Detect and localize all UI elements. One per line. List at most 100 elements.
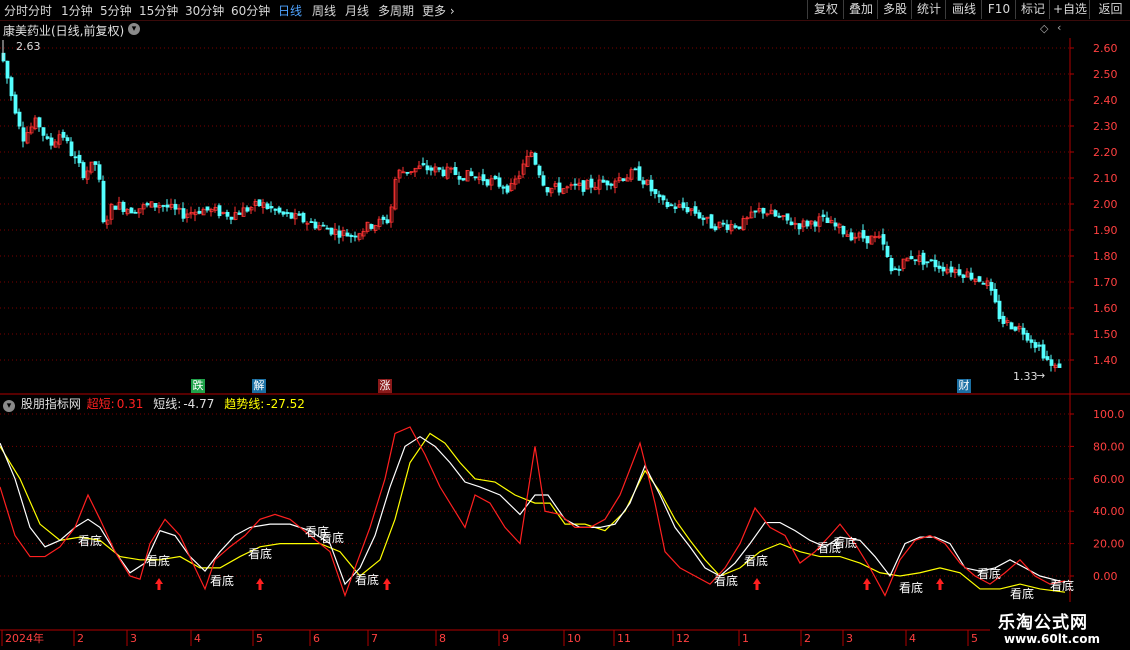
signal-label: 看底	[320, 530, 344, 545]
candle-body	[345, 232, 350, 237]
candle-body	[13, 94, 18, 114]
indicator-name[interactable]: 股朋指标网	[21, 397, 81, 411]
candle-body	[45, 136, 50, 139]
trend-line	[0, 432, 1066, 593]
candle-body	[761, 207, 766, 214]
event-marker-rise[interactable]: 涨	[378, 379, 392, 393]
chevron-left-icon[interactable]: ‹	[1057, 21, 1061, 34]
signal-label: 看底	[78, 533, 102, 548]
super-short-label: 超短:	[86, 397, 115, 411]
candle-body	[661, 195, 666, 201]
signal-label: 看底	[833, 535, 857, 550]
candle-body	[601, 179, 606, 183]
candle-body	[205, 206, 210, 211]
price-tick-label: 1.80	[1093, 250, 1118, 263]
signal-label: 看底	[248, 546, 272, 561]
up-arrow-icon	[256, 578, 264, 590]
candle-body	[725, 224, 730, 230]
candle-body	[605, 180, 610, 186]
candle-body	[61, 131, 66, 138]
event-marker-unlock[interactable]: 解	[252, 379, 266, 393]
candle-body	[893, 268, 898, 271]
watermark: 乐淘公式网 www.60lt.com	[990, 602, 1130, 650]
event-marker-finance[interactable]: 财	[957, 379, 971, 393]
candle-body	[657, 194, 662, 198]
candle-body	[957, 269, 962, 276]
up-arrow-icon	[155, 578, 163, 590]
event-marker-drop[interactable]: 跌	[191, 379, 205, 393]
candle-body	[949, 266, 954, 273]
candle-body	[161, 205, 166, 207]
candle-body	[469, 171, 474, 176]
candle-body	[81, 162, 86, 179]
candle-body	[861, 230, 866, 239]
candle-body	[733, 225, 738, 228]
candle-body	[229, 216, 234, 220]
candle-body	[977, 276, 982, 282]
price-tick-label: 1.70	[1093, 276, 1118, 289]
candle-body	[669, 204, 674, 207]
candle-body	[1041, 344, 1046, 359]
candle-body	[573, 183, 578, 186]
candle-body	[153, 203, 158, 208]
candle-body	[165, 204, 170, 208]
candle-body	[909, 256, 914, 260]
candle-body	[721, 222, 726, 225]
candle-body	[41, 127, 46, 136]
candle-body	[217, 205, 222, 217]
candle-body	[429, 167, 434, 171]
candle-body	[493, 175, 498, 180]
candle-body	[833, 222, 838, 227]
time-axis-label: 5	[971, 632, 978, 645]
candle-body	[989, 282, 994, 291]
time-axis-label: 2024年	[5, 631, 44, 645]
trend-label: 趋势线:	[224, 397, 265, 411]
candle-body	[49, 137, 54, 146]
candle-body	[97, 164, 102, 180]
price-tick-label: 2.00	[1093, 198, 1118, 211]
candle-body	[537, 165, 542, 176]
candle-body	[285, 212, 290, 214]
indicator-tick-label: 100.0	[1093, 408, 1125, 421]
candle-body	[933, 259, 938, 268]
candle-body	[621, 178, 626, 181]
price-tick-label: 1.90	[1093, 224, 1118, 237]
time-axis-label: 7	[371, 632, 378, 645]
candle-body	[9, 77, 14, 97]
price-tick-label: 1.50	[1093, 328, 1118, 341]
candle-body	[653, 189, 658, 195]
candle-body	[533, 152, 538, 165]
candle-body	[93, 161, 98, 165]
candle-body	[649, 179, 654, 192]
candle-body	[129, 207, 134, 214]
time-axis-label: 10	[567, 632, 581, 645]
candle-body	[349, 235, 354, 237]
candle-body	[1029, 339, 1034, 343]
price-tick-label: 1.60	[1093, 302, 1118, 315]
signal-label: 看底	[899, 580, 923, 595]
candle-body	[21, 127, 26, 142]
time-axis-label: 2	[804, 632, 811, 645]
candle-body	[693, 206, 698, 214]
candle-body	[913, 259, 918, 262]
candle-body	[941, 266, 946, 272]
price-tick-label: 2.40	[1093, 94, 1118, 107]
candle-body	[665, 201, 670, 208]
chevron-down-icon[interactable]: ▾	[3, 400, 15, 412]
candle-body	[865, 235, 870, 244]
diamond-icon[interactable]: ◇	[1040, 22, 1048, 35]
candle-body	[461, 178, 466, 181]
signal-label: 看底	[210, 573, 234, 588]
signal-label: 看底	[744, 553, 768, 568]
candle-body	[685, 207, 690, 213]
candle-body	[545, 187, 550, 193]
price-tick-label: 2.30	[1093, 120, 1118, 133]
candle-body	[101, 180, 106, 223]
candle-body	[441, 169, 446, 177]
candle-body	[17, 111, 22, 127]
candle-body	[301, 212, 306, 223]
candle-body	[381, 216, 386, 220]
candle-body	[897, 268, 902, 271]
candle-body	[269, 206, 274, 209]
candle-body	[1033, 342, 1038, 348]
